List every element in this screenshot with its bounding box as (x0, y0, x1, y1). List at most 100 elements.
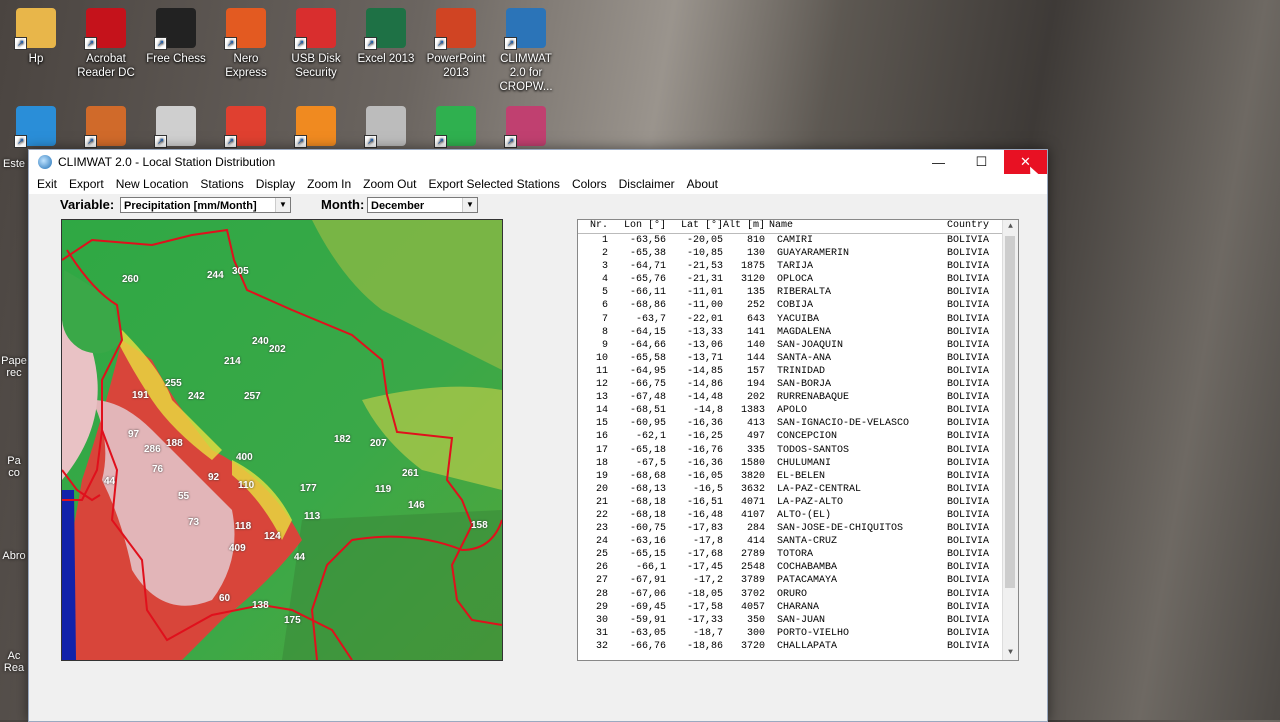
vertical-scrollbar[interactable]: ▲ ▼ (1002, 220, 1018, 660)
table-row[interactable]: 28 -67,06 -18,05 3702 ORURO BOLIVIA (578, 588, 1018, 601)
map-station-value: 175 (284, 615, 301, 626)
chevron-down-icon[interactable]: ▼ (462, 198, 477, 212)
table-row[interactable]: 16 -62,1 -16,25 497 CONCEPCION BOLIVIA (578, 430, 1018, 443)
table-row[interactable]: 24 -63,16 -17,8 414 SANTA-CRUZ BOLIVIA (578, 535, 1018, 548)
desktop-icon[interactable]: ↗ PowerPoint 2013 (424, 0, 488, 80)
header-country[interactable]: Country (947, 220, 989, 233)
header-name[interactable]: Name (765, 220, 947, 233)
cell-name: TODOS-SANTOS (777, 444, 850, 456)
cell-nr: 32 (595, 640, 608, 652)
table-row[interactable]: 29 -69,45 -17,58 4057 CHARANA BOLIVIA (578, 601, 1018, 614)
table-row[interactable]: 27 -67,91 -17,2 3789 PATACAMAYA BOLIVIA (578, 574, 1018, 587)
month-select[interactable]: December ▼ (367, 197, 478, 213)
cell-alt: 2548 (740, 562, 765, 574)
table-row[interactable]: 6 -68,86 -11,00 252 COBIJA BOLIVIA (578, 299, 1018, 312)
title-bar[interactable]: CLIMWAT 2.0 - Local Station Distribution… (29, 150, 1047, 174)
menu-item-export-selected-stations[interactable]: Export Selected Stations (429, 177, 560, 191)
window-title: CLIMWAT 2.0 - Local Station Distribution (58, 155, 276, 169)
header-nr[interactable]: Nr. (578, 220, 608, 233)
scroll-down-icon[interactable]: ▼ (1003, 646, 1018, 660)
table-row[interactable]: 5 -66,11 -11,01 135 RIBERALTA BOLIVIA (578, 286, 1018, 299)
station-list[interactable]: Nr. Lon [°] Lat [°] Alt [m] Name Country… (577, 219, 1019, 661)
desktop-icon[interactable]: ↗ USB Disk Security (284, 0, 348, 80)
desktop-icon[interactable]: ↗ Nero Express (214, 0, 278, 80)
table-row[interactable]: 31 -63,05 -18,7 300 PORTO-VIELHO BOLIVIA (578, 627, 1018, 640)
table-row[interactable]: 10 -65,58 -13,71 144 SANTA-ANA BOLIVIA (578, 352, 1018, 365)
desktop-edge-label[interactable]: Pa co (0, 455, 28, 479)
table-row[interactable]: 25 -65,15 -17,68 2789 TOTORA BOLIVIA (578, 548, 1018, 561)
maximize-button[interactable]: ☐ (960, 150, 1003, 174)
table-row[interactable]: 14 -68,51 -14,8 1383 APOLO BOLIVIA (578, 404, 1018, 417)
desktop-icon[interactable]: ↗ (354, 98, 418, 150)
desktop-icon[interactable]: ↗ Excel 2013 (354, 0, 418, 66)
cell-nr: 18 (595, 457, 608, 469)
menu-item-zoom-in[interactable]: Zoom In (307, 177, 351, 191)
desktop-icon[interactable]: ↗ (4, 98, 68, 150)
cell-name: OPLOCA (777, 274, 814, 286)
desktop-icon[interactable]: ↗ Hp (4, 0, 68, 66)
table-row[interactable]: 7 -63,7 -22,01 643 YACUIBA BOLIVIA (578, 313, 1018, 326)
desktop-icon[interactable]: ↗ (214, 98, 278, 150)
menu-item-about[interactable]: About (687, 177, 718, 191)
station-rows: 1 -63,56 -20,05 810 CAMIRI BOLIVIA 2 -65,38 -10,… (578, 234, 1018, 653)
table-row[interactable]: 18 -67,5 -16,36 1580 CHULUMANI BOLIVIA (578, 457, 1018, 470)
menu-item-colors[interactable]: Colors (572, 177, 607, 191)
table-row[interactable]: 2 -65,38 -10,85 130 GUAYARAMERIN BOLIVIA (578, 247, 1018, 260)
table-row[interactable]: 19 -68,68 -16,05 3820 EL-BELEN BOLIVIA (578, 470, 1018, 483)
table-row[interactable]: 8 -64,15 -13,33 141 MAGDALENA BOLIVIA (578, 326, 1018, 339)
desktop-icon[interactable]: ↗ (144, 98, 208, 150)
desktop-edge-label[interactable]: Pape rec (0, 355, 28, 379)
table-row[interactable]: 20 -68,13 -16,5 3632 LA-PAZ-CENTRAL BOLIVIA (578, 483, 1018, 496)
menu-item-export[interactable]: Export (69, 177, 104, 191)
cell-alt: 1580 (740, 457, 765, 469)
minimize-button[interactable]: — (917, 150, 960, 174)
desktop-icon[interactable]: ↗ (284, 98, 348, 150)
header-lat[interactable]: Lat [°] (666, 220, 723, 233)
desktop-icon[interactable]: ↗ Acrobat Reader DC (74, 0, 138, 80)
desktop-icon[interactable]: ↗ CLIMWAT 2.0 for CROPW... (494, 0, 558, 94)
table-row[interactable]: 4 -65,76 -21,31 3120 OPLOCA BOLIVIA (578, 273, 1018, 286)
variable-select[interactable]: Precipitation [mm/Month] ▼ (120, 197, 291, 213)
desktop-icon[interactable]: ↗ (424, 98, 488, 150)
table-row[interactable]: 3 -64,71 -21,53 1875 TARIJA BOLIVIA (578, 260, 1018, 273)
precipitation-map[interactable]: 260 244 305 240 202 214 255 242 257 191 97 188 286 76… (61, 219, 503, 661)
header-lon[interactable]: Lon [°] (608, 220, 666, 233)
cell-name: ORURO (777, 588, 808, 600)
menu-item-disclaimer[interactable]: Disclaimer (619, 177, 675, 191)
table-row[interactable]: 11 -64,95 -14,85 157 TRINIDAD BOLIVIA (578, 365, 1018, 378)
desktop-icon[interactable]: ↗ (74, 98, 138, 150)
table-row[interactable]: 9 -64,66 -13,06 140 SAN-JOAQUIN BOLIVIA (578, 339, 1018, 352)
scroll-thumb[interactable] (1005, 236, 1015, 588)
table-row[interactable]: 21 -68,18 -16,51 4071 LA-PAZ-ALTO BOLIVIA (578, 496, 1018, 509)
desktop-icon[interactable]: ↗ (494, 98, 558, 150)
table-row[interactable]: 12 -66,75 -14,86 194 SAN-BORJA BOLIVIA (578, 378, 1018, 391)
desktop-edge-label[interactable]: Ac Rea (0, 650, 28, 674)
scroll-up-icon[interactable]: ▲ (1003, 220, 1018, 234)
cell-name: LA-PAZ-CENTRAL (777, 483, 862, 495)
cell-alt: 350 (746, 614, 765, 626)
table-row[interactable]: 13 -67,48 -14,48 202 RURRENABAQUE BOLIVIA (578, 391, 1018, 404)
table-row[interactable]: 17 -65,18 -16,76 335 TODOS-SANTOS BOLIVIA (578, 444, 1018, 457)
cell-nr: 31 (595, 627, 608, 639)
chevron-down-icon[interactable]: ▼ (275, 198, 290, 212)
table-row[interactable]: 15 -60,95 -16,36 413 SAN-IGNACIO-DE-VELASCO B… (578, 417, 1018, 430)
menu-item-new-location[interactable]: New Location (116, 177, 189, 191)
table-row[interactable]: 23 -60,75 -17,83 284 SAN-JOSE-DE-CHIQUITOS BO… (578, 522, 1018, 535)
table-row[interactable]: 1 -63,56 -20,05 810 CAMIRI BOLIVIA (578, 234, 1018, 247)
table-row[interactable]: 30 -59,91 -17,33 350 SAN-JUAN BOLIVIA (578, 614, 1018, 627)
cell-name: PORTO-VIELHO (777, 627, 850, 639)
desktop-icon[interactable]: ↗ Free Chess (144, 0, 208, 66)
cell-alt: 2789 (740, 549, 765, 561)
menu-item-exit[interactable]: Exit (37, 177, 57, 191)
header-alt[interactable]: Alt [m] (723, 220, 765, 233)
desktop-edge-label[interactable]: Este (0, 158, 28, 170)
menu-item-zoom-out[interactable]: Zoom Out (363, 177, 416, 191)
table-row[interactable]: 32 -66,76 -18,86 3720 CHALLAPATA BOLIVIA (578, 640, 1018, 653)
menu-item-display[interactable]: Display (256, 177, 295, 191)
menu-item-stations[interactable]: Stations (200, 177, 243, 191)
cell-nr: 14 (595, 405, 608, 417)
map-station-value: 188 (166, 438, 183, 449)
table-row[interactable]: 22 -68,18 -16,48 4107 ALTO-(EL) BOLIVIA (578, 509, 1018, 522)
desktop-edge-label[interactable]: Abro (0, 550, 28, 562)
table-row[interactable]: 26 -66,1 -17,45 2548 COCHABAMBA BOLIVIA (578, 561, 1018, 574)
